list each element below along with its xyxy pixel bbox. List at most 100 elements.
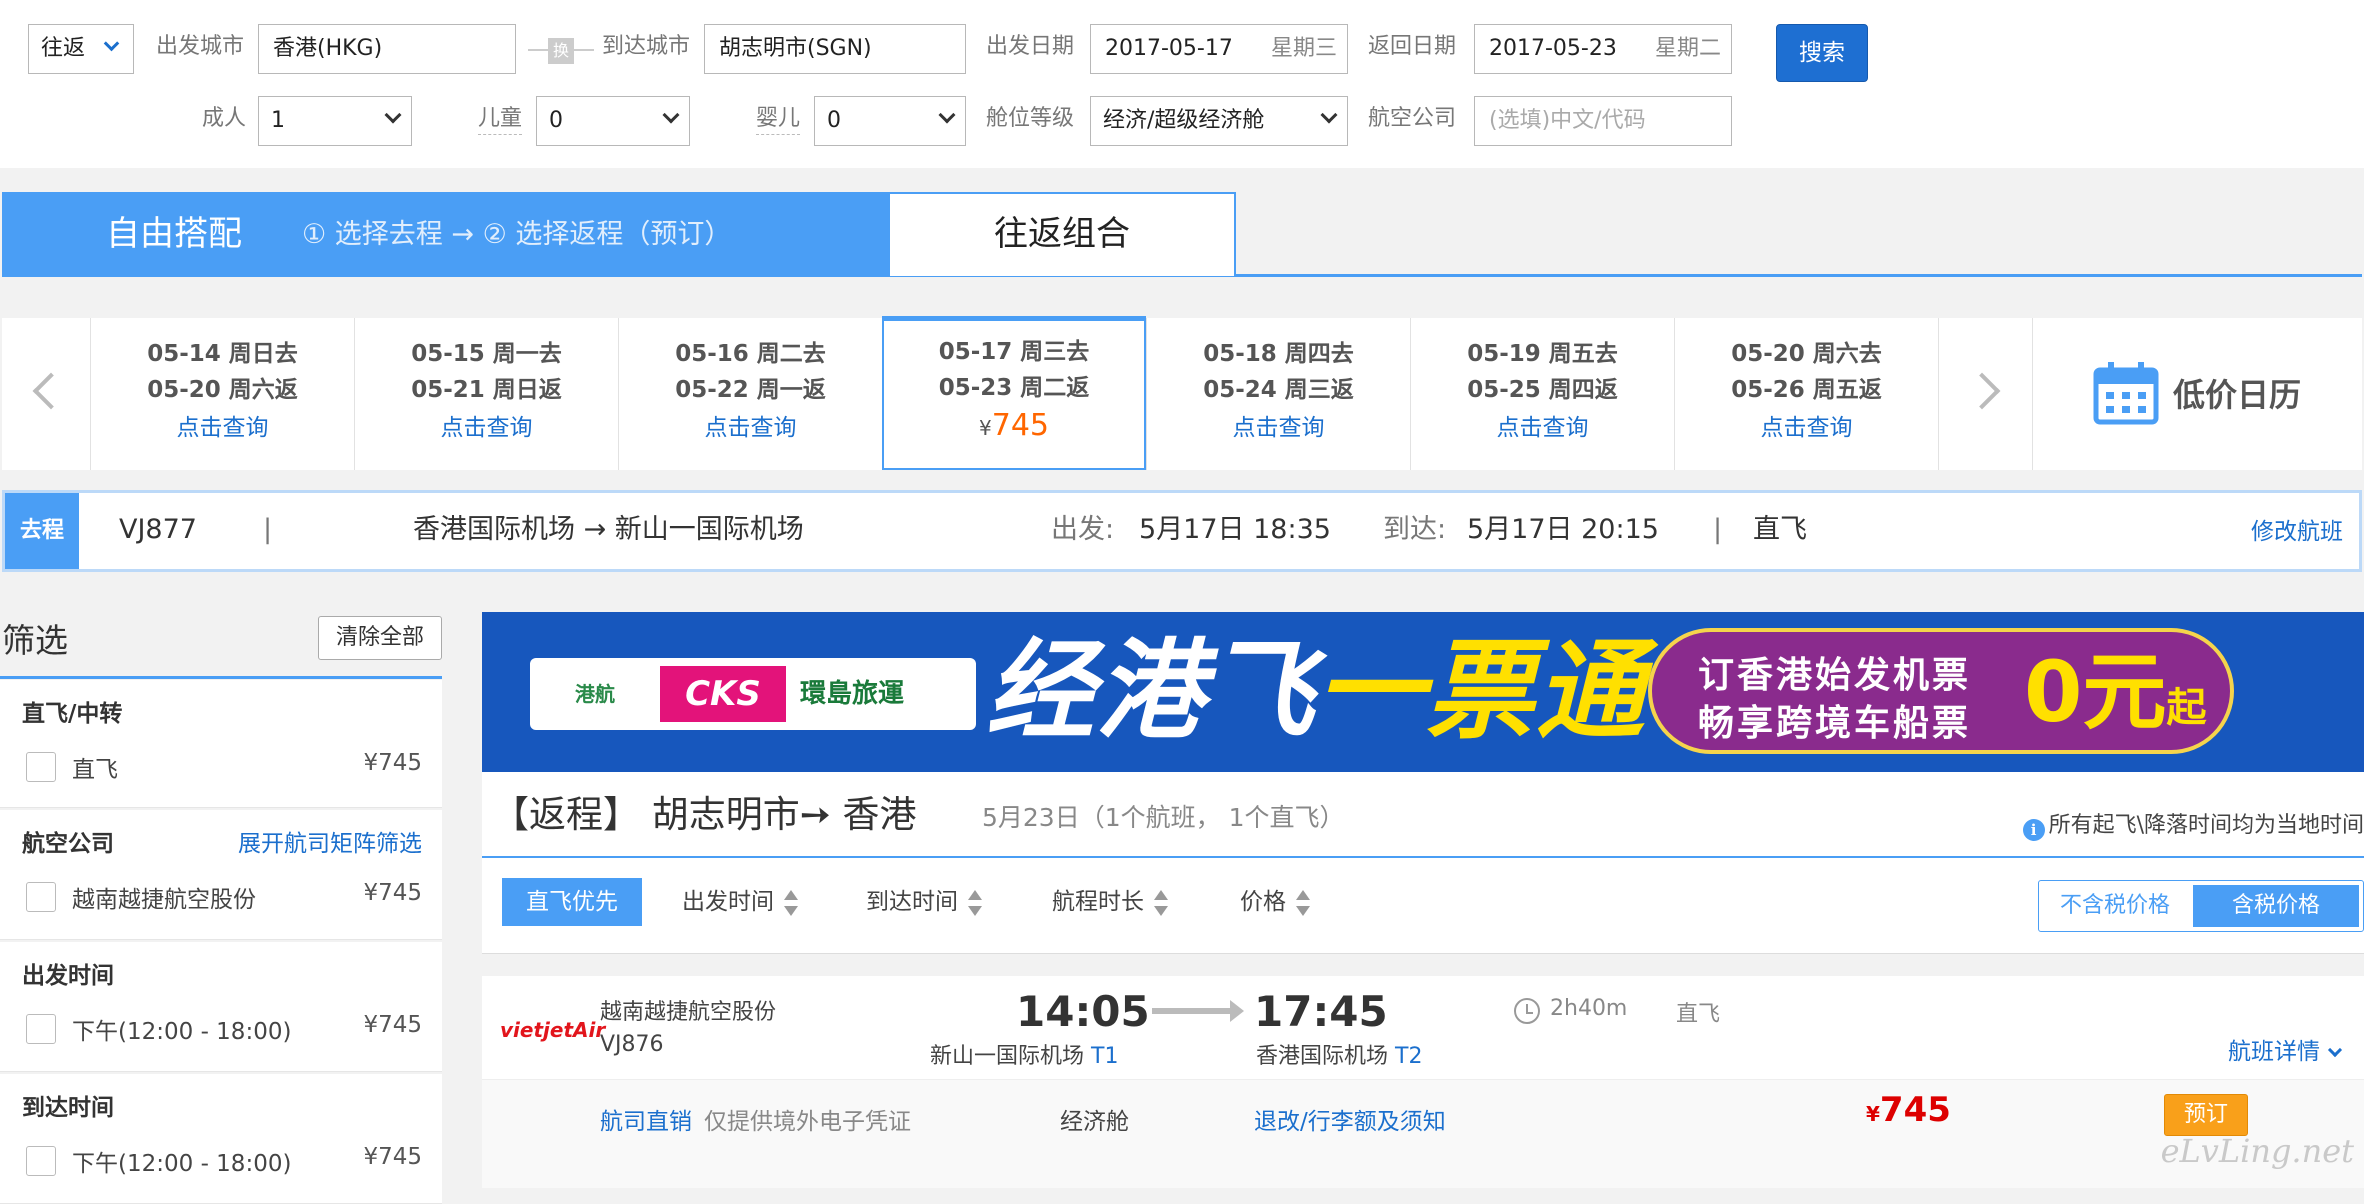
- divider: |: [263, 514, 273, 545]
- infant-select[interactable]: 0: [814, 96, 966, 146]
- free-combo-title[interactable]: 自由搭配: [106, 212, 242, 256]
- flight-result: vietjetAir 越南越捷航空股份 VJ876 14:05 新山一国际机场 …: [482, 976, 2364, 1188]
- expand-airline-matrix-link[interactable]: 展开航司矩阵筛选: [238, 824, 422, 858]
- sort-direct-first[interactable]: 直飞优先: [502, 878, 642, 926]
- flight-type: 直飞: [1676, 1002, 1721, 1027]
- checkbox[interactable]: [26, 1146, 56, 1176]
- to-city-input[interactable]: 胡志明市(SGN): [704, 24, 966, 74]
- outbound-tag: 去程: [5, 493, 79, 569]
- query-link[interactable]: 点击查询: [1411, 408, 1674, 448]
- adult-label: 成人: [202, 106, 247, 131]
- outbound-dep-time: 5月17日 18:35: [1139, 514, 1331, 545]
- date-cell[interactable]: 05-14 周日去 05-20 周六返 点击查询: [90, 318, 354, 470]
- filter-section-departure-time: 出发时间 下午(12:00 - 18:00) ¥745: [0, 942, 442, 1072]
- low-price-calendar-button[interactable]: 低价日历: [2032, 318, 2362, 470]
- checkbox[interactable]: [26, 1014, 56, 1044]
- partner-logos: 港航 CKS 環島旅運: [530, 658, 976, 730]
- query-link[interactable]: 点击查询: [355, 408, 618, 448]
- sort-arrows-icon: [1296, 889, 1310, 916]
- swap-icon: 换: [548, 38, 574, 64]
- airline-direct-link[interactable]: 航司直销: [600, 1102, 692, 1136]
- cabin-select[interactable]: 经济/超级经济舱: [1090, 96, 1348, 146]
- date-cell-selected[interactable]: 05-17 周三去 05-23 周二返 ¥745: [882, 316, 1146, 470]
- outbound-arr-label: 到达:: [1383, 514, 1447, 545]
- filter-divider: [0, 676, 442, 679]
- swap-cities-button[interactable]: 换: [528, 36, 594, 66]
- local-time-note: i 所有起飞\降落时间均为当地时间: [2022, 810, 2364, 842]
- date-cell[interactable]: 05-16 周二去 05-22 周一返 点击查询: [618, 318, 882, 470]
- date-cell[interactable]: 05-18 周四去 05-24 周三返 点击查询: [1146, 318, 1410, 470]
- cabin-label: 舱位等级: [986, 106, 1075, 131]
- date-price: ¥745: [979, 408, 1049, 443]
- outbound-dep-label: 出发:: [1051, 514, 1115, 545]
- flight-number: VJ876: [600, 1032, 664, 1057]
- fare-price: ¥745: [1866, 1090, 1951, 1130]
- flight-detail-link[interactable]: 航班详情: [2228, 1032, 2343, 1066]
- divider: |: [1713, 514, 1723, 545]
- next-dates-button[interactable]: [1938, 318, 2032, 470]
- depart-date-label: 出发日期: [986, 34, 1075, 59]
- query-link[interactable]: 点击查询: [619, 408, 882, 448]
- date-cell[interactable]: 05-19 周五去 05-25 周四返 点击查询: [1410, 318, 1674, 470]
- chevron-down-icon: [662, 106, 680, 124]
- sort-duration[interactable]: 航程时长: [1052, 882, 1168, 922]
- prev-dates-button[interactable]: [2, 318, 90, 470]
- outbound-arr-time: 5月17日 20:15: [1467, 514, 1659, 545]
- infant-label: 婴儿: [756, 104, 801, 135]
- adult-select[interactable]: 1: [258, 96, 412, 146]
- query-link[interactable]: 点击查询: [1147, 408, 1410, 448]
- query-link[interactable]: 点击查询: [1675, 408, 1938, 448]
- return-subtitle: 5月23日（1个航班， 1个直飞）: [982, 803, 1345, 832]
- outbound-type: 直飞: [1753, 514, 1807, 545]
- checkbox[interactable]: [26, 882, 56, 912]
- promo-banner[interactable]: 港航 CKS 環島旅運 经港飞一票通 订香港始发机票 畅享跨境车船票 0元起: [482, 612, 2364, 772]
- filter-sidebar: 筛选 清除全部 直飞/中转 直飞 ¥745 航空公司 展开航司矩阵筛选 越南越捷…: [0, 602, 444, 1204]
- sort-arrows-icon: [1154, 889, 1168, 916]
- sort-arrows-icon: [968, 889, 982, 916]
- outbound-flight-no: VJ877: [119, 514, 197, 545]
- search-button[interactable]: 搜索: [1776, 24, 1868, 82]
- info-icon: i: [2022, 819, 2045, 841]
- airline-input[interactable]: (选填)中文/代码: [1474, 96, 1732, 146]
- filter-title: 筛选: [2, 621, 68, 660]
- sort-price[interactable]: 价格: [1240, 882, 1310, 922]
- sort-arrival-time[interactable]: 到达时间: [866, 882, 982, 922]
- date-cell[interactable]: 05-20 周六去 05-26 周五返 点击查询: [1674, 318, 1938, 470]
- query-link[interactable]: 点击查询: [91, 408, 354, 448]
- tax-excluded-option[interactable]: 不含税价格: [2039, 881, 2191, 931]
- chevron-down-icon: [938, 106, 956, 124]
- child-label: 儿童: [478, 104, 523, 135]
- book-button[interactable]: 预订: [2164, 1094, 2248, 1136]
- outbound-summary: 去程 VJ877 | 香港国际机场 → 新山一国际机场 出发: 5月17日 18…: [2, 490, 2362, 572]
- partner-logo: 環島旅運: [800, 679, 905, 709]
- fare-rules-link[interactable]: 退改/行李额及须知: [1254, 1102, 1446, 1136]
- child-select[interactable]: 0: [536, 96, 690, 146]
- tab-roundtrip-combo[interactable]: 往返组合: [888, 192, 1236, 276]
- clear-all-button[interactable]: 清除全部: [318, 616, 442, 660]
- checkbox[interactable]: [26, 752, 56, 782]
- tax-toggle: 不含税价格 含税价格: [2038, 880, 2364, 932]
- mode-bar: 自由搭配 ① 选择去程 → ② 选择返程（预订） 往返组合: [2, 192, 2362, 278]
- trip-type-select[interactable]: 往返: [28, 24, 134, 74]
- dep-terminal: T1: [1091, 1044, 1119, 1069]
- tax-included-option[interactable]: 含税价格: [2193, 885, 2359, 927]
- partner-logo: 港航: [575, 682, 615, 706]
- modify-flight-link[interactable]: 修改航班: [2251, 515, 2343, 549]
- airline-logo: vietjetAir: [500, 1016, 606, 1044]
- chevron-right-icon: [1963, 372, 2001, 410]
- date-strip: 05-14 周日去 05-20 周六返 点击查询 05-15 周一去 05-21…: [2, 316, 2362, 470]
- depart-date-input[interactable]: 2017-05-17 星期三: [1090, 24, 1348, 74]
- sort-departure-time[interactable]: 出发时间: [682, 882, 798, 922]
- dep-time: 14:05: [1016, 987, 1150, 1036]
- voucher-note: 仅提供境外电子凭证: [704, 1109, 911, 1135]
- filter-section-airline: 航空公司 展开航司矩阵筛选 越南越捷航空股份 ¥745: [0, 810, 442, 940]
- flight-summary: vietjetAir 越南越捷航空股份 VJ876 14:05 新山一国际机场 …: [482, 976, 2364, 1080]
- date-cell[interactable]: 05-15 周一去 05-21 周日返 点击查询: [354, 318, 618, 470]
- from-city-input[interactable]: 香港(HKG): [258, 24, 516, 74]
- calendar-icon: [2093, 362, 2159, 425]
- fare-row: 航司直销 仅提供境外电子凭证 经济舱 退改/行李额及须知 ¥745 预订: [482, 1080, 2364, 1188]
- fare-cabin: 经济舱: [1060, 1109, 1129, 1135]
- return-date-input[interactable]: 2017-05-23 星期二: [1474, 24, 1732, 74]
- chevron-down-icon: [384, 106, 402, 124]
- banner-headline: 经港飞一票通: [986, 629, 1647, 754]
